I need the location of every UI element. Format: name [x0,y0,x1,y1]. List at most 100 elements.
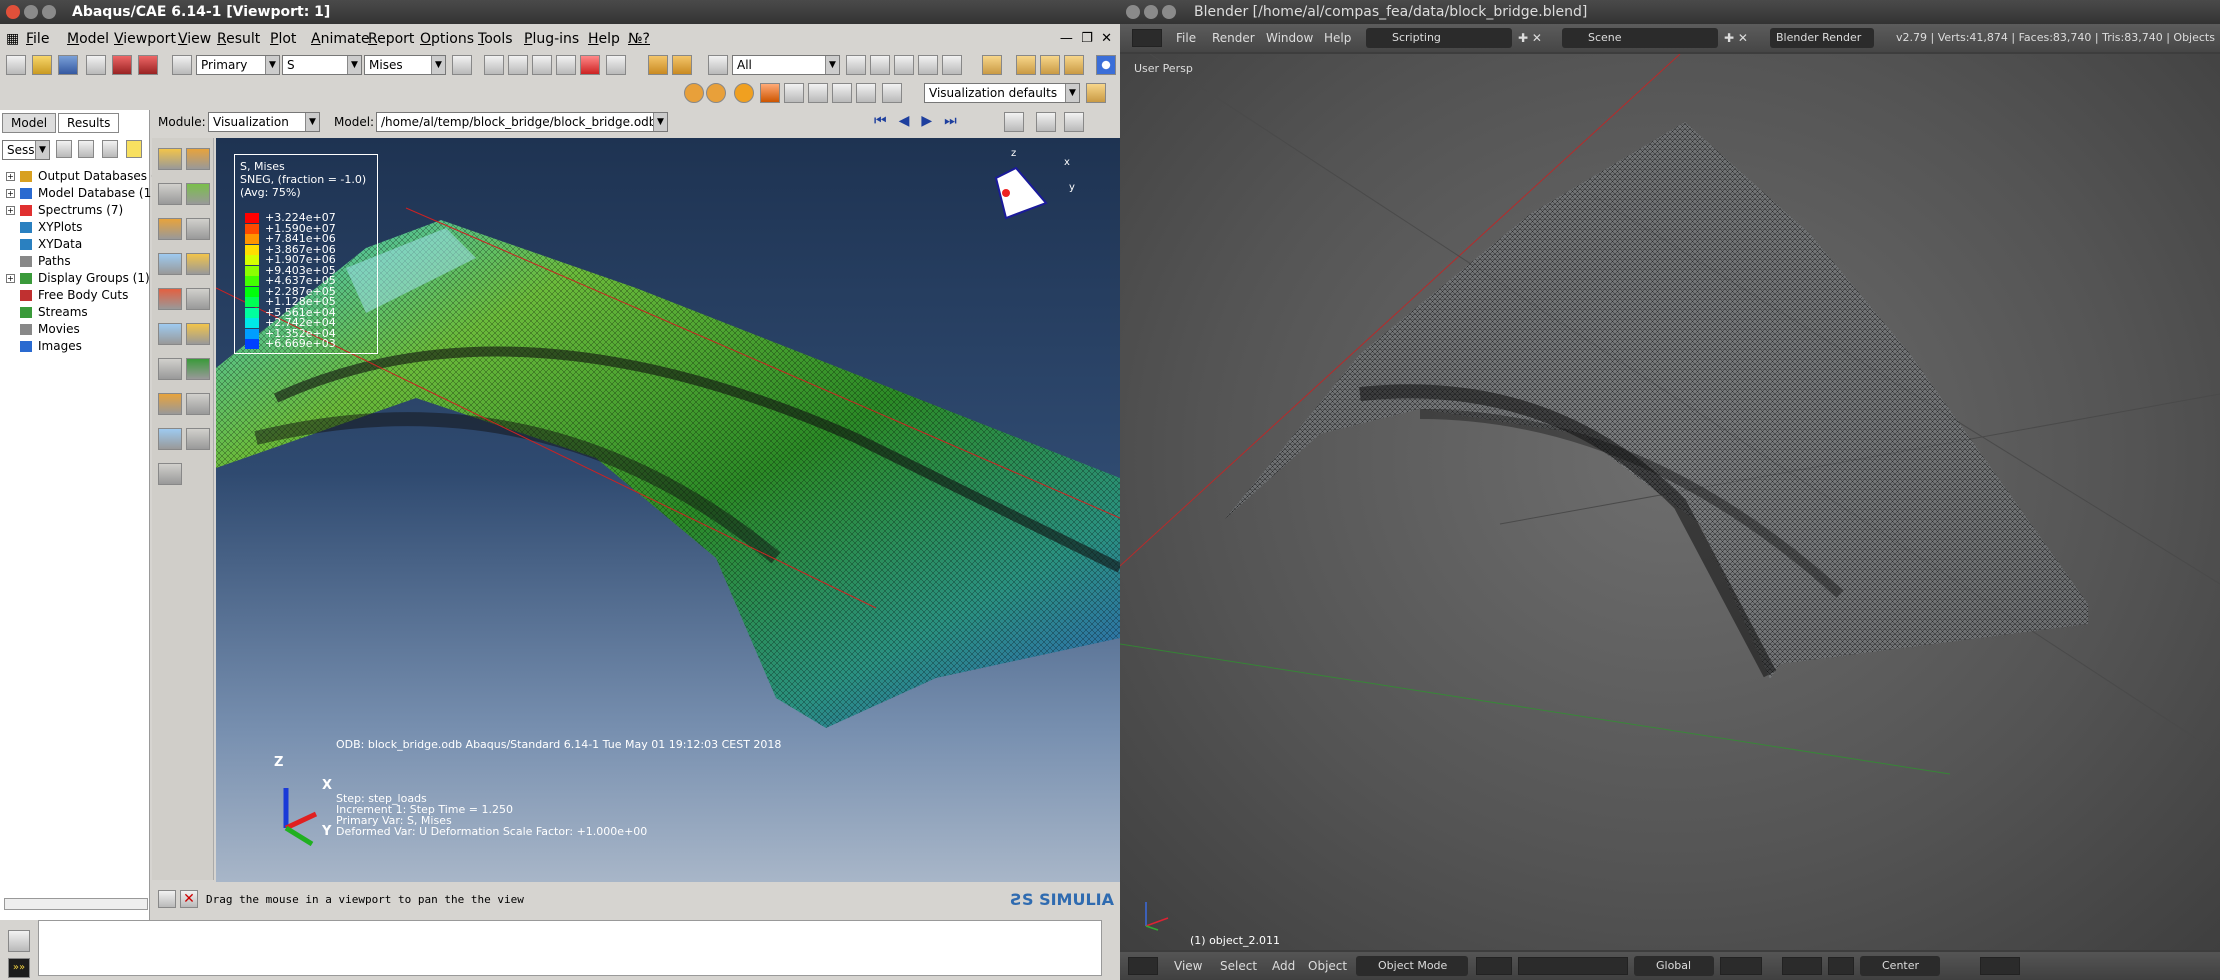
common-options-icon[interactable] [158,253,182,275]
menu-window[interactable]: Window [1266,24,1313,52]
top-view-icon[interactable] [1040,55,1060,75]
minimize-window-icon[interactable] [24,5,38,19]
file-menu-icon[interactable]: ▦ [6,26,19,52]
pan-icon[interactable] [484,55,504,75]
menu-render[interactable]: Render [1212,24,1255,52]
viewport-shading-icon[interactable] [1476,957,1512,975]
orientation-gizmo[interactable]: z x y [994,148,1075,220]
print-icon[interactable] [86,55,106,75]
tree-item[interactable]: XYPlots [4,219,156,236]
highlight-icon[interactable] [126,140,142,158]
snap-icon[interactable] [1782,957,1822,975]
clear-select-icon[interactable] [942,55,962,75]
box-zoom-icon[interactable] [556,55,576,75]
plot-options-icon[interactable] [760,83,780,103]
stream-icon[interactable] [158,428,182,450]
menu-help[interactable]: Help [588,26,620,52]
menu-model[interactable]: Model [67,26,109,52]
info-icon[interactable] [1096,55,1116,75]
render-preview-icon[interactable] [1980,957,2020,975]
menu-report[interactable]: Report [368,26,414,52]
up-down-icon[interactable] [56,140,72,158]
variable-combo[interactable]: S ▼ [282,55,362,75]
message-area-icon[interactable] [8,930,30,952]
query-icon[interactable] [158,323,182,345]
viewcut-icon[interactable] [158,393,182,415]
symbol-icon[interactable] [186,183,210,205]
redo-icon[interactable] [808,83,828,103]
rotate-icon[interactable] [508,55,528,75]
transform-widgets-icon[interactable] [1518,957,1628,975]
report-icon[interactable] [158,358,182,380]
view-editor-icon[interactable] [1128,957,1158,975]
view-manager-icon[interactable] [1086,83,1106,103]
cycle-views-icon[interactable] [606,55,626,75]
table-icon[interactable] [856,83,876,103]
menu-plugins[interactable]: Plug-ins [524,26,579,52]
prompt-back-icon[interactable] [158,890,176,908]
color-icon[interactable] [734,83,754,103]
deformed-icon[interactable] [186,148,210,170]
tools-icon[interactable] [186,428,210,450]
tree-item[interactable]: Movies [4,321,156,338]
box-select-icon[interactable] [870,55,890,75]
export-icon[interactable] [138,55,158,75]
expand-icon[interactable]: + [6,172,15,181]
front-view-icon[interactable] [1016,55,1036,75]
render-style-icon[interactable] [684,83,704,103]
minimize-icon[interactable]: — [1060,31,1073,46]
magnify-icon[interactable] [532,55,552,75]
import-icon[interactable] [112,55,132,75]
layout-icon[interactable] [832,83,852,103]
next-frame-icon[interactable]: ▶ [921,113,944,129]
menu-animate[interactable]: Animate [311,26,370,52]
hammer-icon[interactable] [158,463,182,485]
poly-select-icon[interactable] [894,55,914,75]
circle-select-icon[interactable] [918,55,938,75]
material-orient-icon[interactable] [158,218,182,240]
tree-item[interactable]: Streams [4,304,156,321]
3d-viewport[interactable]: User Persp (1) object_2.011 [1120,54,2220,950]
ruler-icon[interactable] [672,55,692,75]
selection-combo[interactable]: All ▼ [732,55,840,75]
select-arrow-icon[interactable] [708,55,728,75]
camera-icon[interactable] [1036,112,1056,132]
last-frame-icon[interactable]: ⏭ [944,113,969,129]
menu-plot[interactable]: Plot [270,26,296,52]
filter-icon[interactable] [102,140,118,158]
minimize-window-icon[interactable] [1144,5,1158,19]
layers-icon[interactable] [1720,957,1762,975]
new-file-icon[interactable] [6,55,26,75]
menu-result[interactable]: Result [217,26,260,52]
close-window-icon[interactable] [6,5,20,19]
snapshot-icon[interactable] [1064,112,1084,132]
plot-options-icon[interactable] [186,218,210,240]
abaqus-viewport[interactable]: z x y S, Mises SNEG, (fraction = -1.0) (… [216,138,1120,882]
orientation-dropdown[interactable]: Global [1634,956,1714,976]
tree-item[interactable]: XYData [4,236,156,253]
add-layout-icon[interactable]: ✚ ✕ [1518,24,1542,52]
menu-view[interactable]: View [178,26,211,52]
expand-icon[interactable]: + [6,206,15,215]
maximize-window-icon[interactable] [42,5,56,19]
cancel-prompt-icon[interactable]: ✕ [180,890,198,908]
auto-fit-icon[interactable] [580,55,600,75]
render-engine-dropdown[interactable]: Blender Render [1770,28,1874,48]
restore-icon[interactable]: ❐ [1081,31,1093,46]
menu-add[interactable]: Add [1272,952,1295,980]
save-icon[interactable] [58,55,78,75]
tree-item[interactable]: + Display Groups (1) [4,270,156,287]
menu-tools[interactable]: Tools [478,26,513,52]
menu-options[interactable]: Options [420,26,474,52]
close-icon[interactable]: ✕ [1101,31,1112,46]
folder-icon[interactable] [78,140,94,158]
field-output-icon[interactable] [172,55,192,75]
open-folder-icon[interactable] [32,55,52,75]
menu-view[interactable]: View [1174,952,1202,980]
menu-file[interactable]: File [1176,24,1196,52]
odb-icon[interactable] [1004,112,1024,132]
contour-icon[interactable] [158,148,182,170]
display-group-icon[interactable] [186,358,210,380]
message-area[interactable] [38,920,1102,976]
menu-viewport[interactable]: Viewport [114,26,176,52]
